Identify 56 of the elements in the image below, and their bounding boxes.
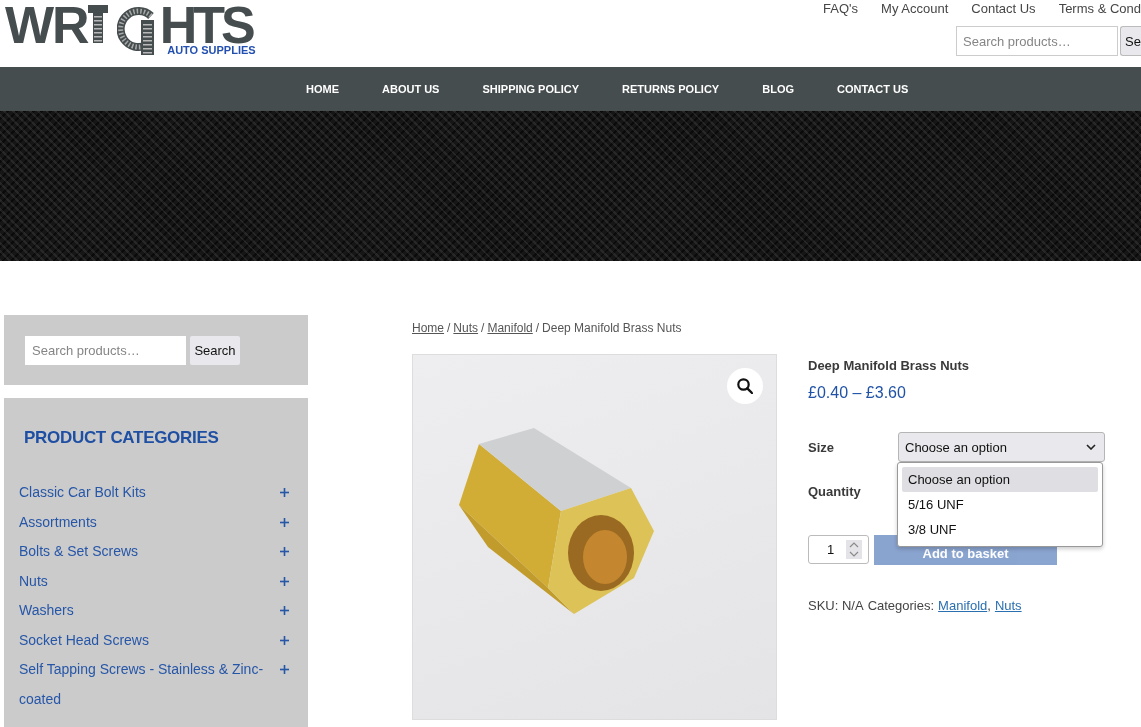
search-field[interactable]: Search products… <box>956 26 1118 56</box>
categories-title: PRODUCT CATEGORIES <box>24 427 220 449</box>
plus-icon[interactable] <box>280 635 289 645</box>
spinner-arrows-icon[interactable] <box>846 540 862 559</box>
product-meta-text: SKU: N/A <box>808 598 864 613</box>
search-icon <box>737 378 753 394</box>
product-price: £0.40 – £3.60 <box>808 383 907 403</box>
logo-tagline: AUTO SUPPLIES <box>167 45 256 56</box>
zoom-button[interactable] <box>727 368 763 404</box>
breadcrumb-separator: / <box>447 321 451 335</box>
nav-link[interactable]: SHIPPING POLICY <box>482 83 580 95</box>
size-select[interactable]: Choose an option <box>898 432 1105 462</box>
plus-icon[interactable] <box>280 488 289 497</box>
search-field[interactable]: Search products… <box>25 336 186 365</box>
chevron-down-icon <box>1086 444 1096 450</box>
variation-label: Quantity <box>808 483 862 499</box>
header-link[interactable]: Terms & Cond <box>1058 0 1141 18</box>
category-link[interactable]: Bolts & Set Screws <box>19 537 272 567</box>
meta-separator: , <box>987 598 991 613</box>
product-title: Deep Manifold Brass Nuts <box>808 357 971 375</box>
quantity-field[interactable]: 1 <box>808 535 869 564</box>
nav-link[interactable]: CONTACT US <box>837 83 909 95</box>
dropdown-option[interactable]: 5/16 UNF <box>902 492 1098 517</box>
search-button[interactable]: Search <box>190 336 240 365</box>
breadcrumb-link[interactable]: Home <box>412 321 444 335</box>
nav-link[interactable]: RETURNS POLICY <box>622 83 720 95</box>
nav-link[interactable]: ABOUT US <box>382 83 440 95</box>
nav-link[interactable]: HOME <box>306 83 339 95</box>
bolt-icon <box>87 5 108 43</box>
category-link[interactable]: Washers <box>19 596 272 626</box>
breadcrumb-separator: / <box>535 321 540 335</box>
nav-link[interactable]: BLOG <box>762 83 794 95</box>
dropdown-option[interactable]: Choose an option <box>902 467 1098 492</box>
breadcrumb-link[interactable]: Nuts <box>453 321 479 335</box>
category-link[interactable]: Assortments <box>19 507 272 537</box>
plus-icon[interactable] <box>280 517 289 527</box>
header-link[interactable]: Contact Us <box>971 0 1036 18</box>
search-button[interactable]: Se <box>1120 26 1141 56</box>
breadcrumb-link[interactable]: Manifold <box>487 321 533 335</box>
plus-icon[interactable] <box>280 576 289 586</box>
plus-icon[interactable] <box>280 606 289 615</box>
variation-label: Size <box>808 439 835 455</box>
header-link[interactable]: My Account <box>881 0 949 18</box>
logo-text: WR <box>5 5 88 45</box>
plus-icon[interactable] <box>280 665 289 674</box>
category-link[interactable]: Nuts <box>994 598 1022 613</box>
breadcrumb-separator: / <box>481 321 485 335</box>
header-link[interactable]: FAQ's <box>823 0 859 18</box>
category-link[interactable]: Socket Head Screws <box>19 625 272 655</box>
product-meta-text: Categories: <box>867 598 935 613</box>
category-link[interactable]: Nuts <box>19 566 272 596</box>
category-link[interactable]: Classic Car Bolt Kits <box>19 478 272 508</box>
category-link[interactable]: Self Tapping Screws - Stainless & Zinc-coated <box>19 655 272 714</box>
breadcrumb-current: Deep Manifold Brass Nuts <box>542 321 682 335</box>
logo-text: HTS <box>159 5 253 45</box>
plus-icon[interactable] <box>280 547 289 556</box>
